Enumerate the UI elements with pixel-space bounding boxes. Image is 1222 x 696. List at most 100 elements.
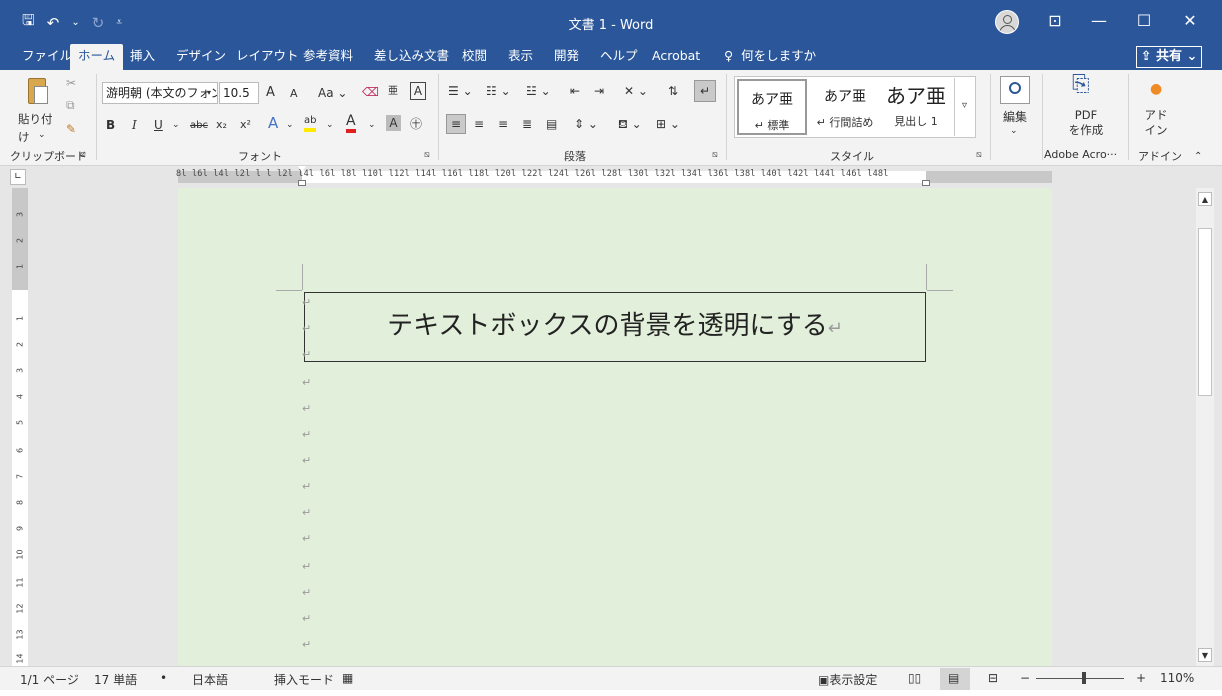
enclose-chars-button[interactable]: ㊉	[410, 115, 422, 133]
vertical-ruler[interactable]: 3 2 1 1 2 3 4 5 6 7 8 9 10 11 12 13 14	[12, 188, 28, 666]
web-layout-icon[interactable]: ⊟	[988, 671, 998, 685]
underline-button[interactable]: U	[154, 116, 163, 134]
sort-icon[interactable]: ⇅	[668, 82, 678, 100]
editing-button[interactable]	[1000, 76, 1030, 104]
font-color-button[interactable]: A	[346, 114, 356, 133]
styles-launcher-icon[interactable]: ⧅	[976, 150, 982, 160]
zoom-slider[interactable]	[1036, 678, 1124, 679]
font-color-dropdown-icon[interactable]: ⌄	[368, 116, 376, 134]
proofing-icon[interactable]: •	[160, 671, 167, 685]
indent-marker-icon[interactable]	[298, 166, 306, 188]
tab-help[interactable]: ヘルプ	[592, 44, 646, 70]
cut-icon[interactable]: ✂	[66, 74, 76, 92]
phonetic-guide-icon[interactable]: 亜	[388, 83, 398, 101]
numbering-icon[interactable]: ☷ ⌄	[486, 82, 511, 100]
multilevel-list-icon[interactable]: ☳ ⌄	[526, 82, 551, 100]
read-mode-icon[interactable]: ▯▯	[908, 671, 921, 685]
minimize-button[interactable]: —	[1084, 8, 1114, 34]
clear-format-icon[interactable]: ⌫	[362, 83, 379, 101]
underline-dropdown-icon[interactable]: ⌄	[172, 116, 180, 134]
font-size-combo[interactable]: 10.5	[219, 82, 259, 104]
collapse-ribbon-icon[interactable]: ⌃	[1194, 148, 1202, 166]
highlight-button[interactable]: ab	[304, 114, 317, 132]
pdf-icon[interactable]: ⎘	[1072, 74, 1090, 96]
scroll-thumb[interactable]	[1198, 228, 1212, 396]
text-effects-dropdown-icon[interactable]: ⌄	[286, 116, 294, 134]
tab-selector-icon[interactable]: ∟	[10, 169, 26, 185]
align-center-icon[interactable]: ≡	[474, 115, 484, 133]
document-page[interactable]: テキストボックスの背景を透明にする↵ ↵ ↵ ↵ ↵ ↵ ↵ ↵ ↵ ↵ ↵ ↵…	[178, 188, 1052, 666]
font-name-dropdown-icon[interactable]: ▾	[207, 84, 211, 102]
right-indent-marker-icon[interactable]	[922, 180, 930, 186]
page-count[interactable]: 1/1 ページ	[20, 671, 79, 688]
tab-review[interactable]: 校閲	[454, 44, 495, 70]
align-right-icon[interactable]: ≡	[498, 115, 508, 133]
highlight-dropdown-icon[interactable]: ⌄	[326, 116, 334, 134]
change-case-button[interactable]: Aa ⌄	[318, 84, 347, 102]
editing-dropdown-icon[interactable]: ⌄	[1010, 122, 1018, 140]
insert-mode[interactable]: 挿入モード	[274, 671, 334, 688]
account-avatar[interactable]	[995, 10, 1019, 34]
decrease-indent-icon[interactable]: ⇤	[570, 82, 580, 100]
show-marks-icon[interactable]: ↵	[694, 80, 716, 102]
text-effects-button[interactable]: A	[268, 114, 278, 132]
display-settings-button[interactable]: ▣表示設定	[818, 671, 877, 688]
scroll-up-icon[interactable]: ▲	[1198, 192, 1212, 206]
style-heading1[interactable]: あア亜 見出し 1	[880, 78, 952, 136]
tab-developer[interactable]: 開発	[546, 44, 587, 70]
text-box[interactable]: テキストボックスの背景を透明にする↵	[304, 292, 926, 362]
superscript-button[interactable]: x²	[240, 116, 251, 134]
copy-icon[interactable]: ⧉	[66, 96, 75, 114]
tab-insert[interactable]: 挿入	[122, 44, 163, 70]
borders-icon[interactable]: ⊞ ⌄	[656, 115, 680, 133]
increase-indent-icon[interactable]: ⇥	[594, 82, 604, 100]
tab-mailings[interactable]: 差し込み文書	[366, 44, 457, 70]
tab-acrobat[interactable]: Acrobat	[644, 44, 708, 70]
style-normal[interactable]: あア亜 ↵ 標準	[737, 79, 807, 135]
text-box-content[interactable]: テキストボックスの背景を透明にする↵	[305, 305, 925, 342]
word-count[interactable]: 17 単語	[94, 671, 137, 688]
ribbon-display-button[interactable]: ⊡	[1040, 8, 1070, 34]
tab-references[interactable]: 参考資料	[295, 44, 361, 70]
font-launcher-icon[interactable]: ⧅	[424, 150, 430, 160]
horizontal-ruler[interactable]: ∟ 8l l6l l4l l2l l l l2l l4l l6l l8l l10…	[0, 166, 1222, 188]
macro-record-icon[interactable]: ▦	[342, 671, 353, 685]
tab-design[interactable]: デザイン	[168, 44, 234, 70]
align-left-icon[interactable]: ≡	[446, 114, 466, 134]
zoom-level[interactable]: 110%	[1160, 671, 1194, 685]
shrink-font-button[interactable]: A	[290, 85, 298, 103]
paragraph-launcher-icon[interactable]: ⧅	[712, 150, 718, 160]
style-no-spacing[interactable]: あア亜 ↵ 行間詰め	[810, 78, 880, 136]
zoom-slider-thumb[interactable]	[1082, 672, 1086, 684]
addin-icon[interactable]: ●	[1150, 80, 1162, 98]
line-spacing-icon[interactable]: ⇕ ⌄	[574, 115, 598, 133]
zoom-in-button[interactable]: +	[1136, 671, 1146, 685]
maximize-button[interactable]: ☐	[1129, 8, 1159, 34]
clipboard-launcher-icon[interactable]: ⧅	[80, 150, 86, 160]
close-button[interactable]: ✕	[1175, 8, 1205, 34]
tab-home[interactable]: ホーム	[70, 44, 124, 70]
subscript-button[interactable]: x₂	[216, 116, 227, 134]
tell-me-search[interactable]: ♀ 何をしますか	[724, 44, 816, 68]
justify-icon[interactable]: ≣	[522, 115, 532, 133]
share-button[interactable]: ⇪ 共有 ⌄	[1136, 46, 1202, 68]
asian-layout-icon[interactable]: ✕ ⌄	[624, 82, 648, 100]
scroll-down-icon[interactable]: ▼	[1198, 648, 1212, 662]
format-painter-icon[interactable]: ✎	[66, 120, 76, 138]
char-border-icon[interactable]: A	[410, 82, 426, 100]
font-name-combo[interactable]: 游明朝 (本文のフォン	[102, 82, 218, 104]
italic-button[interactable]: I	[132, 116, 137, 134]
addins-button[interactable]: アド イン	[1138, 108, 1174, 138]
char-shading-button[interactable]: A	[386, 115, 401, 131]
shading-icon[interactable]: ⛾ ⌄	[618, 115, 642, 133]
strikethrough-button[interactable]: abc	[190, 117, 208, 135]
paste-button[interactable]: 貼り付け ⌄	[18, 76, 60, 144]
bullets-icon[interactable]: ☰ ⌄	[448, 82, 473, 100]
create-pdf-button[interactable]: PDF を作成	[1066, 108, 1106, 138]
grow-font-button[interactable]: A	[266, 84, 275, 102]
language[interactable]: 日本語	[192, 671, 228, 688]
tab-view[interactable]: 表示	[500, 44, 541, 70]
vertical-scrollbar[interactable]: ▲ ▼	[1196, 188, 1214, 666]
bold-button[interactable]: B	[106, 116, 115, 134]
styles-more-icon[interactable]: ▿	[954, 78, 974, 136]
